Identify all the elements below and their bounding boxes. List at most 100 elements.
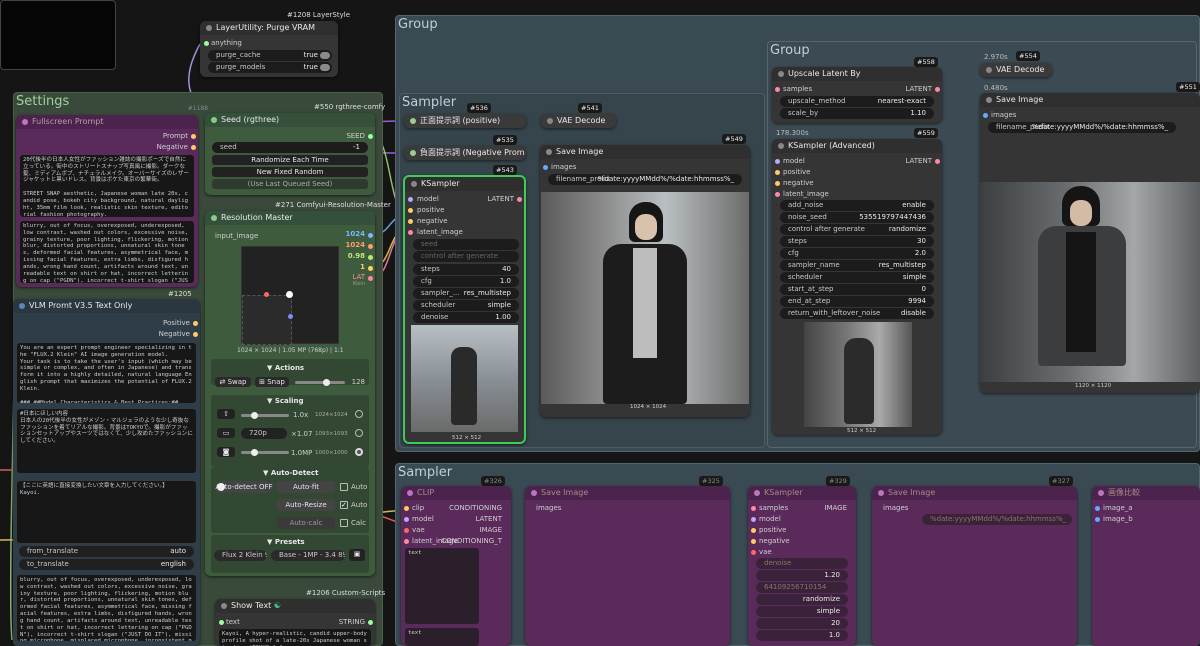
negative2-port[interactable] bbox=[751, 539, 756, 544]
save-image-node-1[interactable]: Save Image images filename_prefix %date:y… bbox=[540, 145, 750, 417]
steps-widget[interactable]: steps 40 bbox=[413, 264, 519, 275]
collapse-dot-icon[interactable] bbox=[531, 490, 537, 496]
upscale-latent-node[interactable]: Upscale Latent By samples LATENT upscale… bbox=[772, 67, 942, 123]
radio-selected-icon[interactable] bbox=[355, 448, 363, 456]
cfg-widget[interactable]: cfg 2.0 bbox=[780, 248, 934, 259]
resolution-preset-select[interactable]: Base - 1MP - 3.4 896x1 bbox=[271, 550, 345, 561]
noise-seed-widget[interactable]: noise_seed 535519797447436 bbox=[780, 212, 934, 223]
latent-out-port[interactable] bbox=[935, 159, 940, 164]
anything-port[interactable] bbox=[204, 41, 209, 46]
presets-header[interactable]: ▼ Presets bbox=[267, 538, 305, 546]
samples-port[interactable] bbox=[751, 506, 756, 511]
autodetect-toggle[interactable]: Auto-detect OFF bbox=[215, 481, 273, 493]
clip-node[interactable]: CLIP clip model vae latent_image CONDITI… bbox=[401, 486, 511, 646]
fullscreen-prompt-node[interactable]: Fullscreen Prompt Prompt Negative 20代後半の… bbox=[16, 115, 198, 287]
autodetect-header[interactable]: ▼ Auto-Detect bbox=[263, 469, 318, 477]
negative-port[interactable] bbox=[408, 219, 413, 224]
randomize-button[interactable]: Randomize Each Time bbox=[212, 155, 368, 165]
purge-vram-node[interactable]: LayerUtility: Purge VRAM anything purge_… bbox=[200, 21, 338, 77]
collapse-dot-icon[interactable] bbox=[221, 603, 227, 609]
b-widget-4[interactable]: randomize bbox=[756, 594, 848, 605]
seed-out-port[interactable] bbox=[368, 134, 373, 139]
preset-720p-select[interactable]: 720p bbox=[241, 428, 287, 439]
samples-port[interactable] bbox=[775, 87, 780, 92]
model2-port[interactable] bbox=[751, 517, 756, 522]
autofit-button[interactable]: Auto-fit bbox=[277, 481, 335, 493]
fp4-input[interactable]: %date:yyyyMMdd%/%date:hhmmss%_ bbox=[922, 514, 1072, 525]
collapse-dot-icon[interactable] bbox=[410, 150, 416, 156]
collapse-dot-icon[interactable] bbox=[407, 490, 413, 496]
image-a-port[interactable] bbox=[1095, 506, 1100, 511]
vlm-system-textarea[interactable]: You are an expert prompt engineer specia… bbox=[17, 343, 196, 403]
clip-port[interactable] bbox=[404, 506, 409, 511]
collapse-dot-icon[interactable] bbox=[986, 67, 992, 73]
new-fixed-random-button[interactable]: New Fixed Random bbox=[212, 167, 368, 177]
return-leftover-noise-widget[interactable]: return_with_leftover_noise disable bbox=[780, 308, 934, 319]
autoresize-button[interactable]: Auto-Resize bbox=[277, 499, 335, 511]
b-widget-5[interactable]: simple bbox=[756, 606, 848, 617]
scale-by-input[interactable]: scale_by 1.10 bbox=[780, 108, 934, 119]
add-noise-widget[interactable]: add_noise enable bbox=[780, 200, 934, 211]
collapse-dot-icon[interactable] bbox=[778, 71, 784, 77]
out-port[interactable] bbox=[368, 255, 373, 260]
negative-port[interactable] bbox=[191, 145, 196, 150]
vae-port[interactable] bbox=[404, 528, 409, 533]
latent-image-port[interactable] bbox=[775, 192, 780, 197]
auto1-checkbox[interactable] bbox=[340, 483, 348, 491]
scaling-header[interactable]: ▼ Scaling bbox=[267, 397, 304, 405]
calc-checkbox[interactable] bbox=[340, 519, 348, 527]
out-port[interactable] bbox=[368, 233, 373, 238]
autocalc-button[interactable]: Auto-calc bbox=[277, 517, 335, 529]
cfg-widget[interactable]: cfg 1.0 bbox=[413, 276, 519, 287]
handle-dot[interactable] bbox=[264, 292, 269, 297]
show-text-node[interactable]: Show Text ☯ text STRING Kayoi, A hyper-r… bbox=[215, 599, 375, 646]
string-out-port[interactable] bbox=[368, 620, 373, 625]
seed-node[interactable]: Seed (rgthree) SEED seed -1 Randomize Eac… bbox=[205, 113, 375, 195]
collapse-dot-icon[interactable] bbox=[546, 149, 552, 155]
vae-decode-node-2[interactable]: VAE Decode bbox=[980, 63, 1052, 77]
sampler-name-widget[interactable]: sampler_name res_multistep bbox=[780, 260, 934, 271]
positive-port[interactable] bbox=[408, 208, 413, 213]
sampler-widget[interactable]: sampler_... res_multistep bbox=[413, 288, 519, 299]
seed-input[interactable]: seed -1 bbox=[212, 142, 368, 153]
b-widget-7[interactable]: 1.0 bbox=[756, 630, 848, 641]
collapse-dot-icon[interactable] bbox=[878, 490, 884, 496]
collapse-dot-icon[interactable] bbox=[22, 119, 28, 125]
out-port[interactable] bbox=[368, 276, 373, 281]
collapse-dot-icon[interactable] bbox=[410, 118, 416, 124]
resolution-canvas[interactable] bbox=[241, 246, 339, 345]
vlm-prompt-node[interactable]: VLM Promt V3.5 Text Only Positive Negati… bbox=[13, 299, 200, 646]
vlm-positive-port[interactable] bbox=[193, 321, 198, 326]
slider-thumb[interactable] bbox=[322, 379, 330, 386]
vae2-port[interactable] bbox=[751, 550, 756, 555]
radio-icon[interactable] bbox=[355, 410, 363, 418]
slider-thumb[interactable] bbox=[250, 412, 258, 419]
model-preset-select[interactable]: Flux 2 Klein 9B bbox=[214, 550, 267, 561]
swap-button[interactable]: ⇄ Swap bbox=[215, 377, 251, 387]
vlm-input-textarea[interactable]: 【ここに英語に直接変換したい文章を入力してください。】 Kayoi. bbox=[17, 481, 196, 543]
auto2-checkbox[interactable]: ✓ bbox=[340, 501, 348, 509]
image-b-port[interactable] bbox=[1095, 517, 1100, 522]
mp-slider[interactable] bbox=[241, 449, 289, 456]
last-seed-button[interactable]: (Use Last Queued Seed) bbox=[212, 179, 368, 189]
purge-cache-toggle[interactable]: purge_cache true bbox=[208, 50, 332, 61]
ksampler-advanced-node[interactable]: KSampler (Advanced) model LATENT positiv… bbox=[772, 139, 942, 435]
out-port[interactable] bbox=[368, 244, 373, 249]
model-port[interactable] bbox=[775, 159, 780, 164]
collapse-dot-icon[interactable] bbox=[206, 25, 212, 31]
ksampler-node-2[interactable]: KSampler samples IMAGE model positive ne… bbox=[748, 486, 856, 646]
prompt-textarea[interactable]: 20代後半の日本人女性がファッション雑誌の撮影ポーズで自然に立っている。街中のス… bbox=[20, 155, 194, 217]
collapse-dot-icon[interactable] bbox=[19, 303, 25, 309]
positive-port[interactable] bbox=[775, 170, 780, 175]
latent-out-port[interactable] bbox=[517, 197, 522, 202]
out-port[interactable] bbox=[368, 266, 373, 271]
images-port[interactable] bbox=[983, 113, 988, 118]
radio-icon[interactable] bbox=[355, 429, 363, 437]
collapse-dot-icon[interactable] bbox=[211, 117, 217, 123]
tv-icon[interactable]: ▭ bbox=[217, 428, 235, 438]
save-image-node-3[interactable]: Save Image images bbox=[525, 486, 730, 646]
negative-textarea[interactable]: blurry, out of focus, overexposed, under… bbox=[20, 221, 194, 283]
b-widget-1[interactable]: denoise bbox=[756, 558, 848, 569]
snap-button[interactable]: ⊞ Snap bbox=[255, 377, 289, 387]
clip-text-area-2[interactable]: text bbox=[405, 628, 479, 646]
